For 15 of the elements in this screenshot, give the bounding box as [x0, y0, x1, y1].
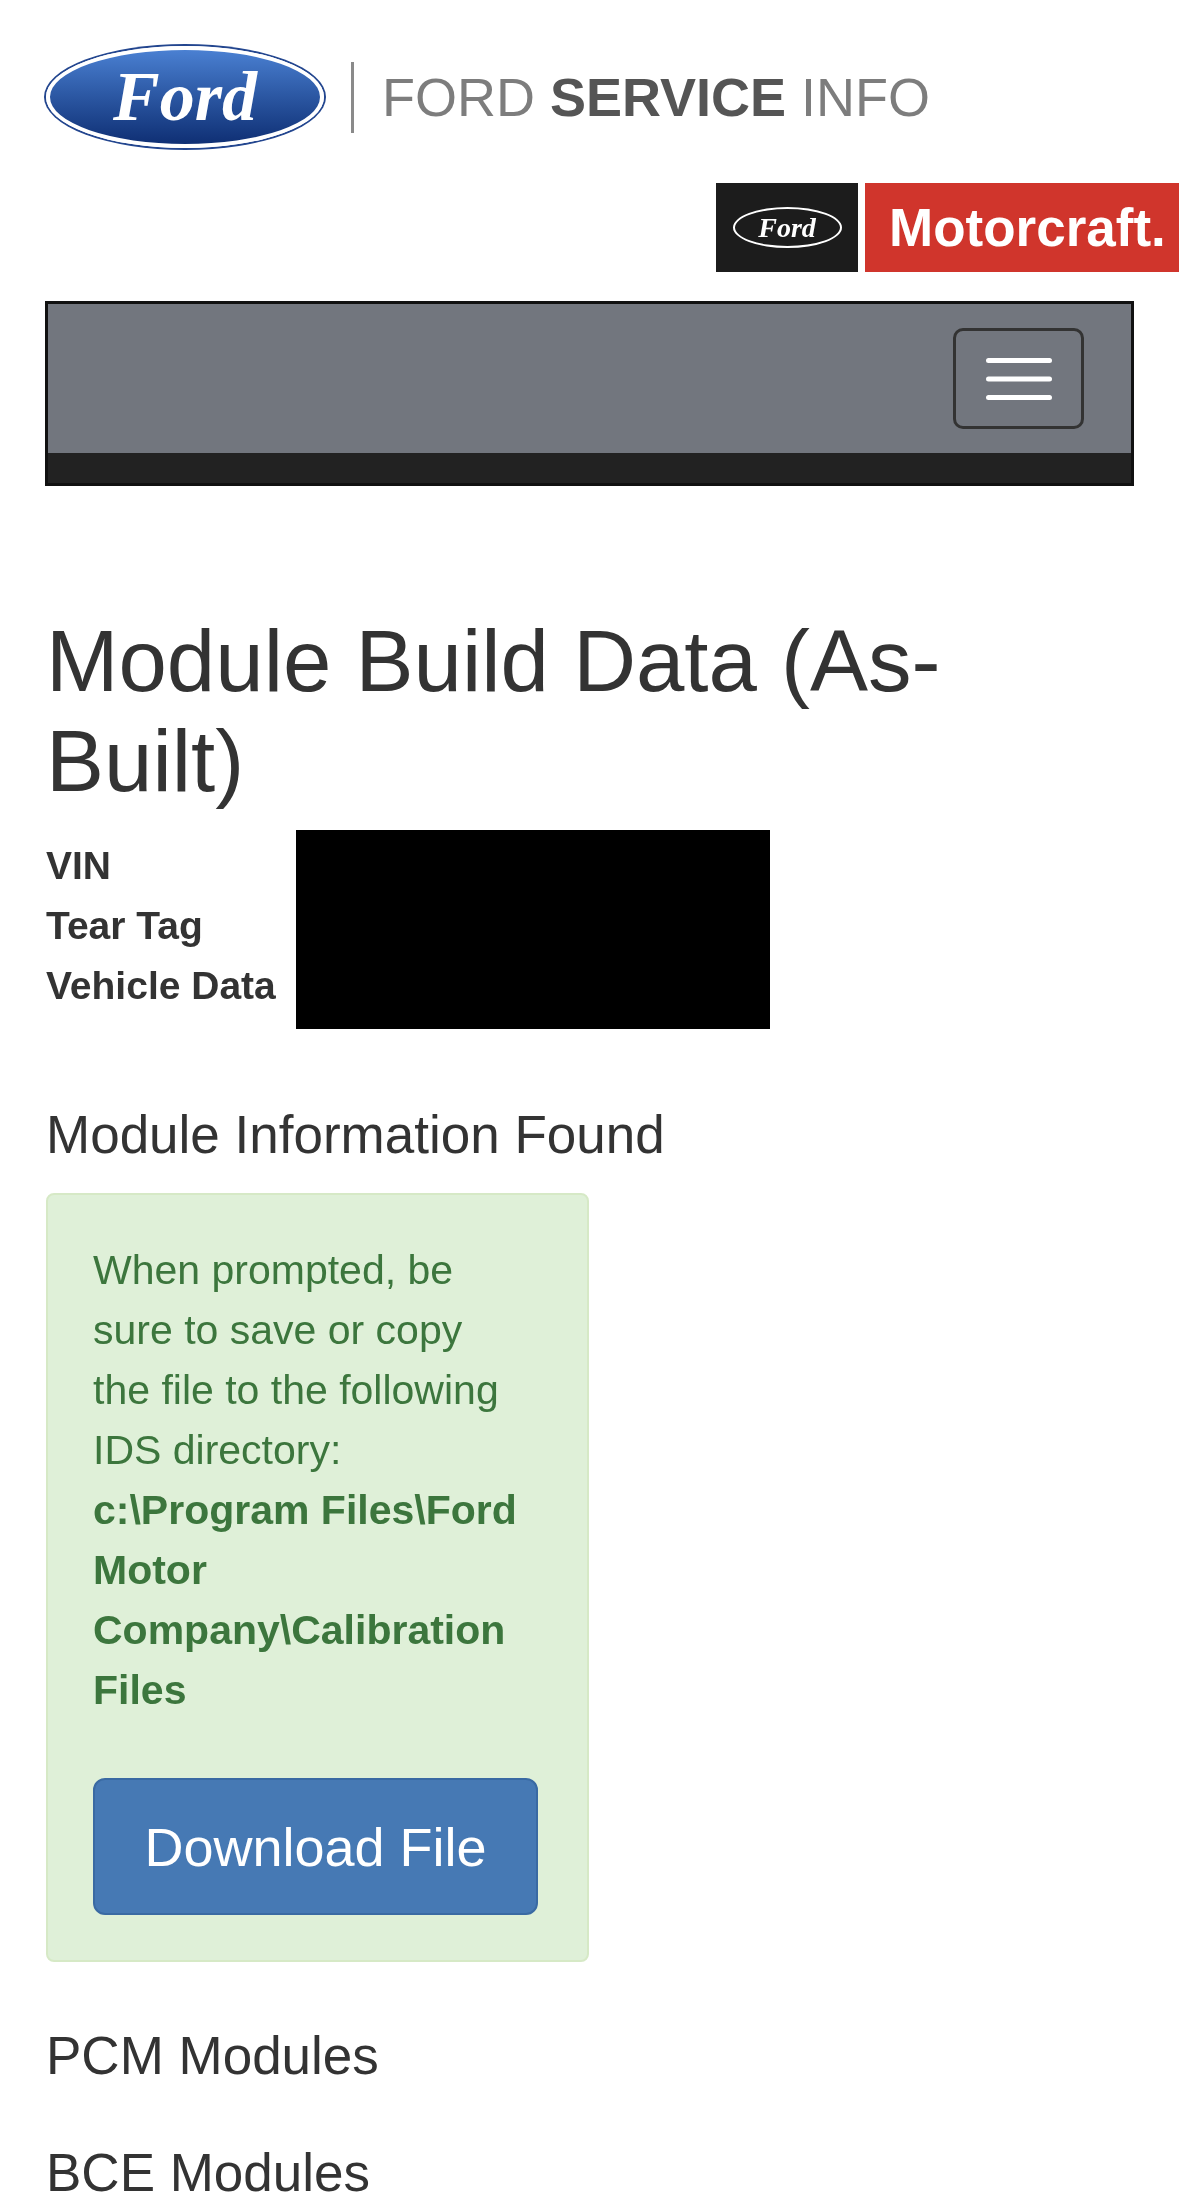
field-label: Vehicle Data [46, 963, 276, 1009]
field-label: VIN [46, 843, 111, 889]
section-heading: BCE Modules [46, 2144, 371, 2202]
partner-emblem: Ford [732, 207, 842, 248]
field-label: Tear Tag [46, 903, 203, 949]
section-heading: PCM Modules [46, 2027, 379, 2085]
logo-emblem: Ford [46, 46, 324, 148]
alert-message: When prompted, be sure to save or copy the file to the following IDS directory: c:\Program Files\Ford Motor Company\Calibration Files [93, 1246, 518, 1715]
menu-button[interactable] [953, 328, 1084, 429]
page-title: Module Build Data (As-Built) [46, 611, 942, 811]
download-button[interactable]: Download File [93, 1778, 538, 1915]
logo-wordmark: FORD SERVICE INFO [382, 70, 931, 124]
partner-logo: Motorcraft. [865, 183, 1179, 272]
section-heading: Module Information Found [46, 1106, 665, 1164]
menu-icon [985, 357, 1052, 400]
